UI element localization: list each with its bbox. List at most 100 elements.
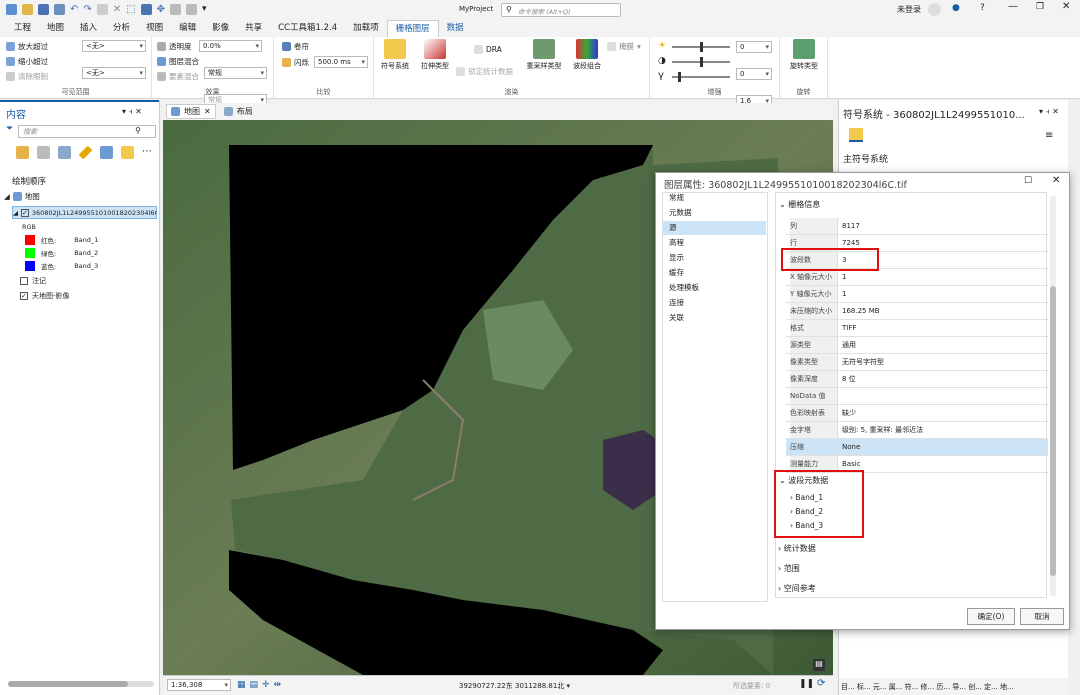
pan-icon[interactable]: ✥: [157, 4, 165, 15]
zoom-in-beyond[interactable]: 放大超过: [6, 41, 48, 52]
nav-display[interactable]: 显示: [662, 251, 766, 265]
lock-stats-button[interactable]: 锁定统计数据: [456, 66, 513, 77]
close-icon[interactable]: ✕: [1062, 1, 1070, 12]
tab-imagery[interactable]: 影像: [204, 20, 237, 37]
nav-processing-templates[interactable]: 处理模板: [662, 281, 766, 295]
band-item[interactable]: › Band_3: [790, 521, 823, 530]
raster-info-section[interactable]: ⌄ 栅格信息: [779, 199, 820, 210]
flicker-button[interactable]: 闪烁: [282, 57, 309, 68]
table-icon[interactable]: [96, 4, 108, 15]
spatial-reference-section[interactable]: › 空间参考: [778, 583, 816, 594]
basemap-checkbox[interactable]: ✓: [20, 292, 28, 300]
feature-blend-control[interactable]: 要素混合: [157, 71, 199, 82]
dra-button[interactable]: DRA: [474, 45, 502, 54]
contrast-slider[interactable]: [672, 57, 730, 67]
data-source-icon[interactable]: [37, 146, 50, 159]
layer-blend-control[interactable]: 图层混合: [157, 56, 199, 67]
navigation-icon[interactable]: ⇹: [274, 680, 282, 690]
tab-raster-layer[interactable]: 栅格图层: [386, 20, 439, 37]
band-combination-button[interactable]: 波段组合: [567, 37, 607, 71]
panel-scrollbar[interactable]: [1050, 196, 1056, 596]
notification-icon[interactable]: ●: [952, 3, 960, 13]
table-icon[interactable]: ▤: [250, 680, 259, 690]
nav-elevation[interactable]: 高程: [662, 236, 766, 250]
zoom-out-scale-combo[interactable]: <无>: [82, 67, 146, 79]
swipe-button[interactable]: 卷帘: [282, 41, 309, 52]
clear-limits[interactable]: 清除限制: [6, 71, 48, 82]
minimize-icon[interactable]: —: [1008, 1, 1018, 12]
brightness-slider[interactable]: [672, 42, 730, 52]
layer-blend-select[interactable]: 常规: [204, 67, 267, 79]
map-node[interactable]: ◢ 地图: [4, 191, 40, 202]
contents-search-input[interactable]: 搜索 ⚲: [18, 125, 156, 138]
command-search-box[interactable]: ⚲ 命令搜索 (Alt+Q): [501, 3, 621, 17]
gamma-slider[interactable]: [672, 72, 730, 82]
nav-source[interactable]: 源: [662, 221, 766, 235]
tab-project[interactable]: 工程: [6, 20, 39, 37]
basemap-layer[interactable]: ✓ 天地图-影像: [20, 291, 70, 301]
stretch-type-button[interactable]: 拉伸类型: [416, 37, 454, 71]
close-icon[interactable]: ✕: [1052, 175, 1060, 186]
menu-icon[interactable]: ≡: [1045, 130, 1053, 141]
transparency-input[interactable]: 0.0%: [199, 40, 262, 52]
pause-icon[interactable]: ❚❚: [799, 679, 814, 689]
grid-icon[interactable]: ▦: [237, 680, 246, 690]
tab-share[interactable]: 共享: [237, 20, 270, 37]
scale-select[interactable]: 1:36,308: [167, 679, 231, 691]
nav-joins[interactable]: 连接: [662, 296, 766, 310]
tab-map-view[interactable]: 地图 ✕: [166, 104, 216, 119]
tab-analysis[interactable]: 分析: [105, 20, 138, 37]
undo-icon[interactable]: ↶: [70, 4, 78, 15]
new-project-icon[interactable]: [6, 4, 17, 15]
scrollbar-thumb[interactable]: [8, 681, 128, 687]
transparency-control[interactable]: 透明度: [157, 41, 192, 52]
zoom-in-scale-combo[interactable]: <无>: [82, 40, 146, 52]
annotation-layer[interactable]: 注记: [20, 276, 46, 286]
band-item[interactable]: › Band_1: [790, 493, 823, 502]
statistics-section[interactable]: › 统计数据: [778, 543, 816, 554]
editing-icon[interactable]: [78, 145, 93, 160]
primary-symbology-icon[interactable]: [849, 128, 863, 142]
scrollbar-thumb[interactable]: [1050, 286, 1056, 576]
save-icon[interactable]: [38, 4, 49, 15]
brightness-input[interactable]: 0: [736, 41, 772, 53]
restore-icon[interactable]: ❐: [1036, 2, 1044, 12]
select-icon[interactable]: ⬚: [126, 4, 135, 15]
tab-data[interactable]: 数据: [439, 20, 472, 37]
contents-scrollbar[interactable]: [8, 681, 154, 687]
gamma-thumb[interactable]: [678, 72, 681, 82]
tab-layout-view[interactable]: 布局: [220, 105, 257, 118]
annotation-checkbox[interactable]: [20, 277, 28, 285]
map-navigator-icon[interactable]: ▤: [813, 659, 825, 671]
band-metadata-section[interactable]: ⌄ 波段元数据: [779, 475, 828, 486]
pane-options-icon[interactable]: ▾ ⫞ ✕: [122, 107, 142, 117]
save-as-icon[interactable]: [54, 4, 65, 15]
layout-icon[interactable]: [170, 4, 182, 15]
layer-visibility-checkbox[interactable]: ✓: [21, 208, 29, 217]
nav-relates[interactable]: 关联: [662, 311, 766, 325]
crosshair-icon[interactable]: ✛: [262, 680, 270, 690]
customize-icon[interactable]: ▾: [202, 4, 207, 15]
band-item[interactable]: › Band_2: [790, 507, 823, 516]
extent-section[interactable]: › 范围: [778, 563, 800, 574]
ok-button[interactable]: 确定(O): [967, 608, 1015, 625]
draw-order-icon[interactable]: [16, 146, 29, 159]
tab-view[interactable]: 视图: [138, 20, 171, 37]
raster-layer-node[interactable]: ◢ ✓ 360802JL1L2499551010018202304l6C: [12, 206, 157, 219]
tab-map[interactable]: 地图: [39, 20, 72, 37]
contrast-thumb[interactable]: [700, 57, 703, 67]
coordinate-readout[interactable]: 39290727.22东 3011288.81北 ▾: [459, 681, 570, 691]
collapse-icon[interactable]: ◢: [4, 192, 10, 201]
cancel-button[interactable]: 取消: [1020, 608, 1064, 625]
maximize-icon[interactable]: ☐: [1024, 176, 1032, 186]
redo-icon[interactable]: ↷: [83, 4, 91, 15]
collapse-icon[interactable]: ◢: [13, 209, 18, 217]
nav-cache[interactable]: 缓存: [662, 266, 766, 280]
selection-icon[interactable]: [58, 146, 71, 159]
property-row-selected[interactable]: 压缩 None: [786, 439, 1048, 456]
open-folder-icon[interactable]: [22, 4, 33, 15]
tab-edit[interactable]: 编辑: [171, 20, 204, 37]
flicker-rate-input[interactable]: 500.0 ms: [314, 56, 368, 68]
help-button[interactable]: ?: [980, 3, 985, 13]
close-icon[interactable]: ✕: [204, 107, 211, 116]
